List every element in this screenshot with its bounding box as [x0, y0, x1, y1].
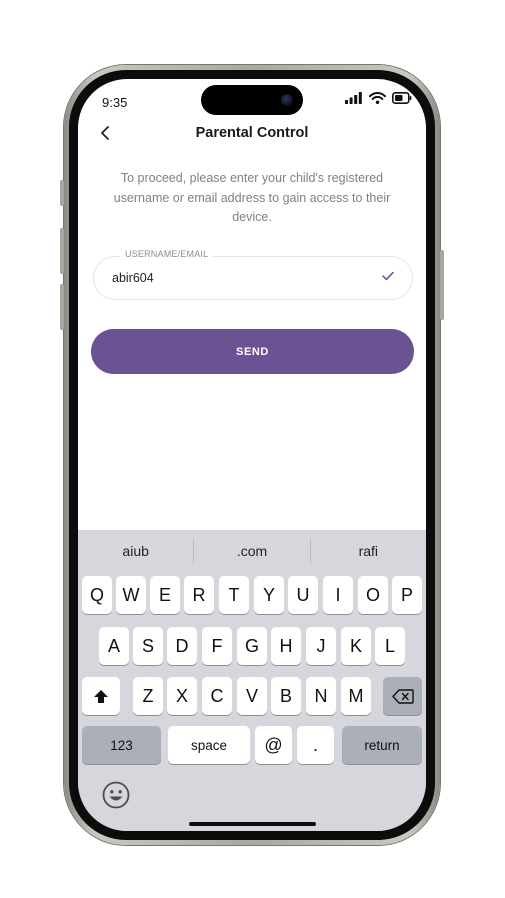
- dot-key[interactable]: .: [297, 726, 334, 764]
- key-y[interactable]: Y: [254, 576, 284, 614]
- camera-icon: [281, 94, 293, 106]
- suggestion-item[interactable]: .com: [194, 543, 309, 559]
- return-key[interactable]: return: [342, 726, 422, 764]
- emoji-button[interactable]: [101, 780, 131, 810]
- shift-key[interactable]: [82, 677, 120, 715]
- key-z[interactable]: Z: [133, 677, 163, 715]
- delete-key[interactable]: [383, 677, 422, 715]
- shift-icon: [94, 689, 108, 703]
- at-key[interactable]: @: [255, 726, 292, 764]
- side-button: [60, 284, 64, 330]
- key-m[interactable]: M: [341, 677, 371, 715]
- side-button: [60, 228, 64, 274]
- key-o[interactable]: O: [358, 576, 388, 614]
- suggestion-bar: aiub .com rafi: [78, 530, 426, 572]
- key-j[interactable]: J: [306, 627, 336, 665]
- username-email-field[interactable]: USERNAME/EMAIL: [93, 249, 413, 300]
- key-x[interactable]: X: [167, 677, 197, 715]
- key-t[interactable]: T: [219, 576, 249, 614]
- cellular-signal-icon: [345, 92, 362, 104]
- key-d[interactable]: D: [167, 627, 197, 665]
- emoji-icon: [102, 781, 130, 809]
- key-e[interactable]: E: [150, 576, 180, 614]
- key-i[interactable]: I: [323, 576, 353, 614]
- suggestion-item[interactable]: aiub: [78, 543, 193, 559]
- check-icon: [382, 271, 394, 281]
- key-r[interactable]: R: [184, 576, 214, 614]
- key-k[interactable]: K: [341, 627, 371, 665]
- battery-icon: [392, 92, 412, 104]
- status-time: 9:35: [102, 95, 128, 110]
- app-screen: 9:35 Parental Control To proceed, please…: [78, 79, 426, 831]
- side-button: [60, 180, 64, 206]
- dynamic-island: [201, 85, 303, 115]
- numbers-key[interactable]: 123: [82, 726, 161, 764]
- key-b[interactable]: B: [271, 677, 301, 715]
- status-icons: [345, 92, 412, 104]
- page-title: Parental Control: [195, 125, 309, 141]
- key-h[interactable]: H: [271, 627, 301, 665]
- key-p[interactable]: P: [392, 576, 422, 614]
- key-w[interactable]: W: [116, 576, 146, 614]
- instructions-text: To proceed, please enter your child's re…: [113, 171, 391, 224]
- key-c[interactable]: C: [202, 677, 232, 715]
- key-f[interactable]: F: [202, 627, 232, 665]
- username-email-input[interactable]: [112, 257, 372, 299]
- key-a[interactable]: A: [99, 627, 129, 665]
- key-s[interactable]: S: [133, 627, 163, 665]
- key-u[interactable]: U: [288, 576, 318, 614]
- keyboard: aiub .com rafi Q W E R T Y U I O P A S D…: [78, 530, 426, 831]
- key-g[interactable]: G: [237, 627, 267, 665]
- side-button: [440, 250, 444, 320]
- key-v[interactable]: V: [237, 677, 267, 715]
- send-button[interactable]: SEND: [91, 329, 414, 374]
- key-n[interactable]: N: [306, 677, 336, 715]
- home-indicator[interactable]: [189, 822, 316, 826]
- backspace-icon: [391, 688, 414, 704]
- suggestion-item[interactable]: rafi: [311, 543, 426, 559]
- key-l[interactable]: L: [375, 627, 405, 665]
- key-q[interactable]: Q: [82, 576, 112, 614]
- wifi-icon: [369, 92, 386, 104]
- space-key[interactable]: space: [168, 726, 250, 764]
